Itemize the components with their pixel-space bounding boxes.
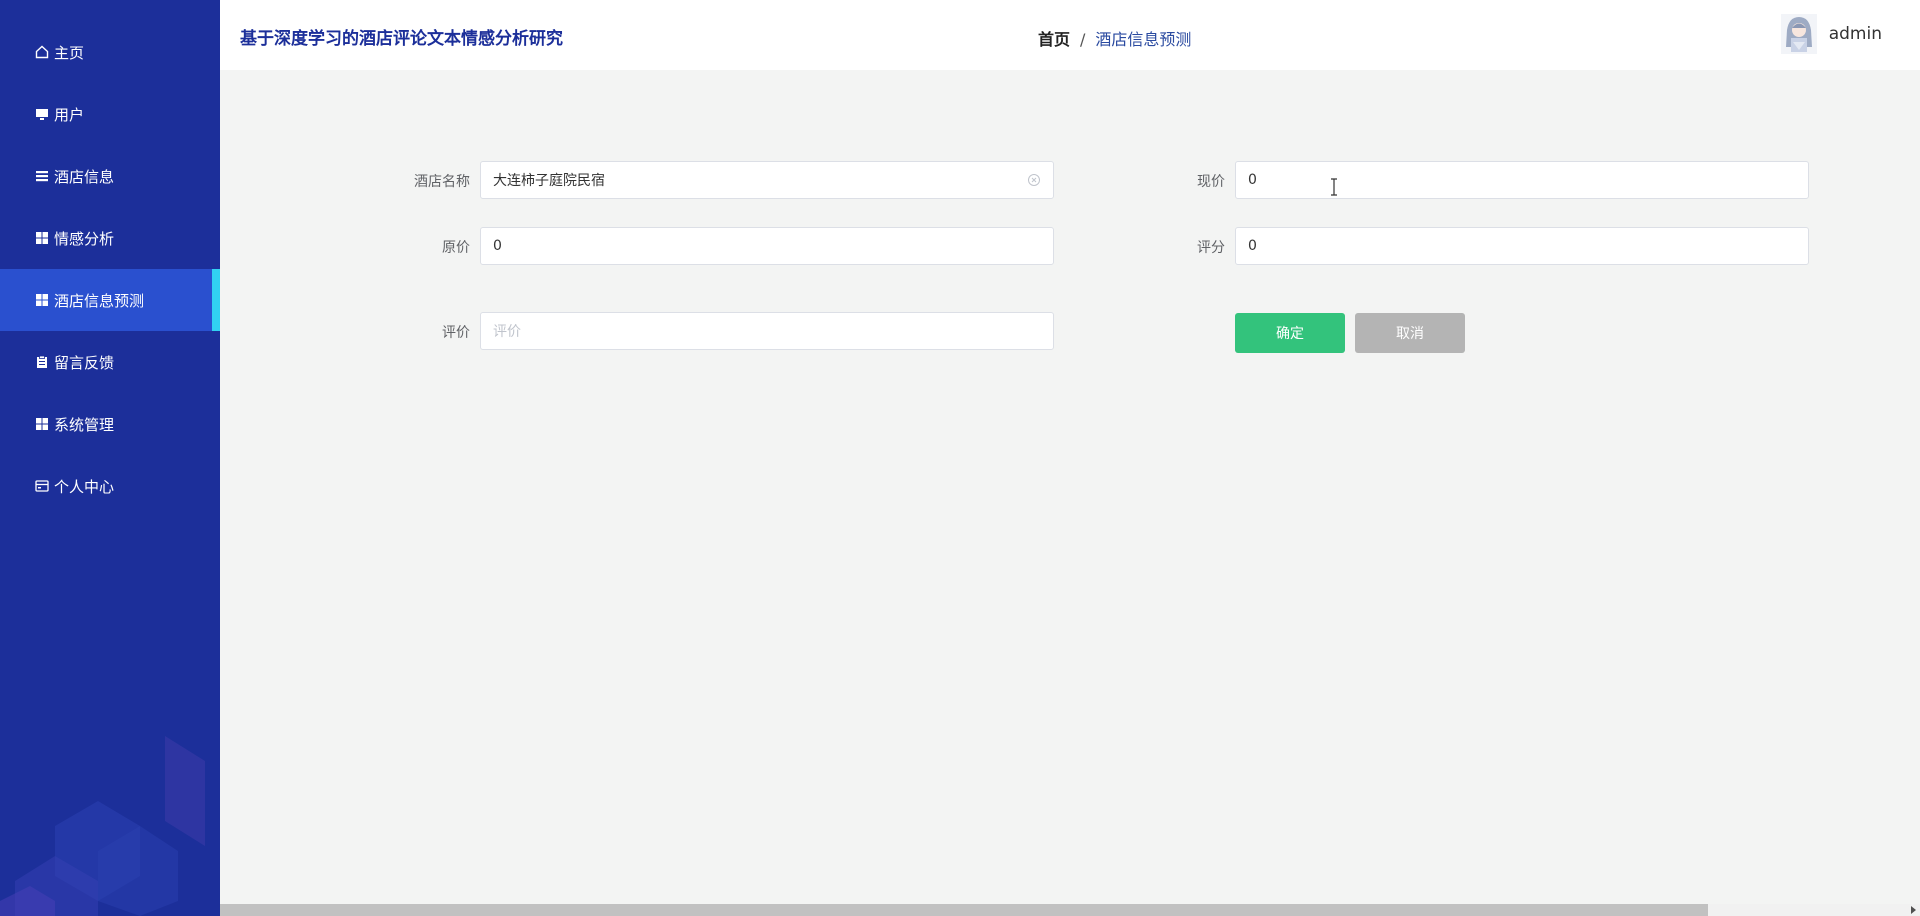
clear-icon[interactable] <box>1027 173 1041 187</box>
sidebar-item-sentiment-analysis[interactable]: 情感分析 <box>0 207 220 269</box>
review-placeholder: 评价 <box>493 324 521 340</box>
sidebar-item-user[interactable]: 用户 <box>0 83 220 145</box>
current-price-input[interactable]: 0 <box>1235 161 1809 199</box>
original-price-input[interactable]: 0 <box>480 227 1054 265</box>
breadcrumb-current: 酒店信息预测 <box>1095 30 1192 49</box>
user-menu[interactable]: admin <box>1780 14 1882 54</box>
horizontal-scrollbar[interactable] <box>220 904 1920 916</box>
sidebar-item-label: 酒店信息预测 <box>54 291 145 310</box>
hotel-name-value: 大连柿子庭院民宿 <box>493 173 605 189</box>
scrollbar-thumb[interactable] <box>220 904 1708 916</box>
score-input[interactable]: 0 <box>1235 227 1809 265</box>
scroll-right-arrow-icon[interactable] <box>1911 906 1916 914</box>
sidebar-decoration <box>0 736 205 916</box>
sidebar-item-personal-center[interactable]: 个人中心 <box>0 455 220 517</box>
header: 基于深度学习的酒店评论文本情感分析研究 首页 / 酒店信息预测 admin <box>220 0 1920 70</box>
grid-icon <box>34 230 50 246</box>
sidebar-item-label: 用户 <box>54 105 85 124</box>
sidebar-item-label: 情感分析 <box>54 229 115 248</box>
monitor-icon <box>34 106 50 122</box>
sidebar-item-hotel-prediction[interactable]: 酒店信息预测 <box>0 269 220 331</box>
app-title: 基于深度学习的酒店评论文本情感分析研究 <box>240 29 563 49</box>
score-value: 0 <box>1248 238 1257 254</box>
review-input[interactable]: 评价 <box>480 312 1054 350</box>
grid-icon <box>34 292 50 308</box>
review-label: 评价 <box>442 325 470 341</box>
sidebar: 主页 用户 酒店信息 情感分析 酒店信息预测 留言反馈 系统管理 个人中心 <box>0 0 220 916</box>
confirm-button[interactable]: 确定 <box>1235 313 1345 353</box>
grid-icon <box>34 416 50 432</box>
sidebar-item-label: 个人中心 <box>54 477 115 496</box>
sidebar-item-label: 系统管理 <box>54 415 115 434</box>
score-label: 评分 <box>1197 240 1225 256</box>
card-icon <box>34 478 50 494</box>
sidebar-item-label: 留言反馈 <box>54 353 115 372</box>
username: admin <box>1828 24 1882 44</box>
clipboard-icon <box>34 354 50 370</box>
home-icon <box>34 44 50 60</box>
sidebar-item-hotel-info[interactable]: 酒店信息 <box>0 145 220 207</box>
original-price-label: 原价 <box>442 240 470 256</box>
avatar <box>1780 14 1817 54</box>
sidebar-item-label: 酒店信息 <box>54 167 115 186</box>
current-price-label: 现价 <box>1197 174 1225 190</box>
hotel-name-label: 酒店名称 <box>414 174 470 190</box>
text-cursor-icon <box>1331 178 1337 196</box>
breadcrumb-separator: / <box>1080 30 1086 49</box>
sidebar-item-feedback[interactable]: 留言反馈 <box>0 331 220 393</box>
sidebar-item-system-management[interactable]: 系统管理 <box>0 393 220 455</box>
breadcrumb-home[interactable]: 首页 <box>1038 30 1070 49</box>
cancel-button[interactable]: 取消 <box>1355 313 1465 353</box>
breadcrumb: 首页 / 酒店信息预测 <box>1038 26 1191 50</box>
original-price-value: 0 <box>493 238 502 254</box>
sidebar-item-home[interactable]: 主页 <box>0 21 220 83</box>
hotel-name-input[interactable]: 大连柿子庭院民宿 <box>480 161 1054 199</box>
list-icon <box>34 168 50 184</box>
sidebar-item-label: 主页 <box>54 43 85 62</box>
